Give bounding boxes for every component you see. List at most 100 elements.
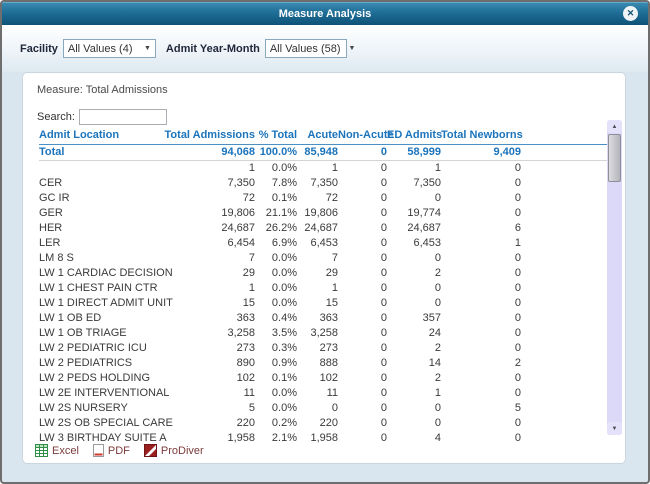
- close-icon[interactable]: ✕: [623, 6, 638, 21]
- cell-filler: [521, 281, 607, 296]
- cell-pct-total: 0.4%: [271, 311, 297, 324]
- scroll-down-icon[interactable]: ▼: [607, 422, 622, 435]
- content-panel: Measure: Total Admissions Search: Admit …: [22, 72, 626, 464]
- cell-pct-total: 0.1%: [271, 191, 297, 204]
- cell-pct-total: 0.2%: [271, 416, 297, 429]
- dialog-title: Measure Analysis: [278, 7, 372, 20]
- table-row[interactable]: LW 2S NURSERY 5 0.0% 0 0 0 5: [39, 401, 607, 416]
- cell-ed-admits: 0: [434, 416, 441, 429]
- cell-total-newborns: 0: [514, 296, 521, 309]
- table-row[interactable]: LW 2S OB SPECIAL CARE 220 0.2% 220 0 0 0: [39, 416, 607, 431]
- cell-acute: 7: [331, 251, 338, 264]
- cell-total-admissions: 19,806: [221, 206, 255, 219]
- table-row[interactable]: GC IR 72 0.1% 72 0 0 0: [39, 191, 607, 206]
- cell-admit-location: LW 1 CARDIAC DECISION: [39, 266, 173, 279]
- col-header-acute[interactable]: Acute: [297, 127, 338, 145]
- scrollbar-thumb[interactable]: [608, 134, 621, 182]
- cell-total-admissions: 72: [242, 191, 255, 204]
- export-excel-button[interactable]: Excel: [35, 444, 79, 457]
- cell-pct-total: 0.0%: [271, 296, 297, 309]
- cell-ed-admits: 2: [434, 266, 441, 279]
- cell-total-admissions: 890: [236, 356, 255, 369]
- cell-filler: [521, 356, 607, 371]
- table-row[interactable]: LW 1 OB ED 363 0.4% 363 0 357 0: [39, 311, 607, 326]
- cell-pct-total: 6.9%: [271, 236, 297, 249]
- table-row[interactable]: LW 2 PEDS HOLDING 102 0.1% 102 0 2 0: [39, 371, 607, 386]
- search-input[interactable]: [78, 109, 167, 125]
- table-row[interactable]: LW 2 PEDIATRIC ICU 273 0.3% 273 0 2 0: [39, 341, 607, 356]
- col-header-total-admissions[interactable]: Total Admissions: [163, 127, 255, 145]
- table-row[interactable]: HER 24,687 26.2% 24,687 0 24,687 6: [39, 221, 607, 236]
- cell-acute: 363: [319, 311, 338, 324]
- excel-icon: [35, 444, 48, 457]
- cell-non-acute: 0: [380, 191, 387, 204]
- dialog-titlebar: Measure Analysis ✕: [2, 2, 648, 25]
- table-row[interactable]: LER 6,454 6.9% 6,453 0 6,453 1: [39, 236, 607, 251]
- cell-acute: 7,350: [310, 176, 338, 189]
- cell-filler: [521, 311, 607, 326]
- scroll-up-icon[interactable]: ▲: [607, 120, 622, 133]
- cell-admit-location: LW 2 PEDIATRICS: [39, 356, 133, 369]
- cell-ed-admits: 357: [422, 311, 441, 324]
- cell-ed-admits: 0: [434, 296, 441, 309]
- cell-total-admissions: 1: [248, 281, 255, 294]
- table-row[interactable]: CER 7,350 7.8% 7,350 0 7,350 0: [39, 176, 607, 191]
- export-pdf-label: PDF: [107, 444, 130, 457]
- table-row[interactable]: 1 0.0% 1 0 1 0: [39, 160, 607, 176]
- table-row[interactable]: LM 8 S 7 0.0% 7 0 0 0: [39, 251, 607, 266]
- cell-acute: 85,948: [297, 144, 338, 161]
- cell-acute: 3,258: [310, 326, 338, 339]
- table-row[interactable]: LW 1 CHEST PAIN CTR 1 0.0% 1 0 0 0: [39, 281, 607, 296]
- table-row[interactable]: GER 19,806 21.1% 19,806 0 19,774 0: [39, 206, 607, 221]
- table-row[interactable]: LW 1 DIRECT ADMIT UNIT 15 0.0% 15 0 0 0: [39, 296, 607, 311]
- cell-filler: [521, 401, 607, 416]
- col-header-ed-admits[interactable]: ED Admits: [387, 127, 442, 145]
- cell-filler: [521, 160, 607, 176]
- cell-admit-location: LM 8 S: [39, 251, 74, 264]
- cell-pct-total: 0.0%: [271, 281, 297, 294]
- cell-pct-total: 26.2%: [265, 221, 297, 234]
- table-row[interactable]: LW 2 PEDIATRICS 890 0.9% 888 0 14 2: [39, 356, 607, 371]
- cell-admit-location: LER: [39, 236, 61, 249]
- export-prodiver-button[interactable]: ProDiver: [143, 444, 204, 457]
- cell-ed-admits: 14: [428, 356, 441, 369]
- cell-acute: 0: [331, 401, 338, 414]
- cell-total-newborns: 0: [514, 281, 521, 294]
- table-row[interactable]: LW 2E INTERVENTIONAL 11 0.0% 11 0 1 0: [39, 386, 607, 401]
- facility-select[interactable]: All Values (4) ▼: [62, 39, 156, 58]
- cell-ed-admits: 0: [434, 251, 441, 264]
- table-row[interactable]: LW 1 OB TRIAGE 3,258 3.5% 3,258 0 24 0: [39, 326, 607, 341]
- cell-acute: 220: [319, 416, 338, 429]
- admissions-table: Admit Location Total Admissions % Total …: [39, 127, 607, 446]
- cell-ed-admits: 58,999: [387, 144, 441, 161]
- chevron-down-icon: ▼: [348, 45, 356, 52]
- cell-admit-location: GC IR: [39, 191, 70, 204]
- vertical-scrollbar[interactable]: ▲ ▼: [607, 120, 622, 435]
- cell-ed-admits: 0: [434, 281, 441, 294]
- col-header-total-newborns[interactable]: Total Newborns: [441, 127, 523, 145]
- cell-filler: [521, 206, 607, 221]
- cell-pct-total: 7.8%: [271, 176, 297, 189]
- cell-pct-total: 0.0%: [271, 401, 297, 414]
- cell-total-newborns: 0: [514, 311, 521, 324]
- cell-admit-location: LW 2 PEDS HOLDING: [39, 371, 151, 384]
- admit-year-month-select[interactable]: All Values (58) ▼: [264, 39, 355, 58]
- col-header-pct-total[interactable]: % Total: [255, 127, 297, 145]
- cell-non-acute: 0: [380, 356, 387, 369]
- cell-total-newborns: 0: [514, 386, 521, 399]
- cell-filler: [521, 416, 607, 431]
- table-total-row[interactable]: Total 94,068 100.0% 85,948 0 58,999 9,40…: [39, 144, 607, 161]
- cell-filler: [521, 221, 607, 236]
- export-pdf-button[interactable]: PDF: [92, 444, 130, 457]
- col-header-non-acute[interactable]: Non-Acute: [338, 127, 394, 145]
- cell-ed-admits: 7,350: [413, 176, 441, 189]
- pdf-icon: [92, 444, 104, 457]
- col-header-admit-location[interactable]: Admit Location: [39, 127, 163, 145]
- export-prodiver-label: ProDiver: [160, 444, 204, 457]
- measure-analysis-dialog: Measure Analysis ✕ Facility All Values (…: [0, 0, 650, 484]
- cell-acute: 24,687: [304, 221, 338, 234]
- cell-filler: [521, 251, 607, 266]
- table-row[interactable]: LW 1 CARDIAC DECISION 29 0.0% 29 0 2 0: [39, 266, 607, 281]
- cell-total-newborns: 0: [514, 206, 521, 219]
- cell-total-newborns: 0: [514, 431, 521, 444]
